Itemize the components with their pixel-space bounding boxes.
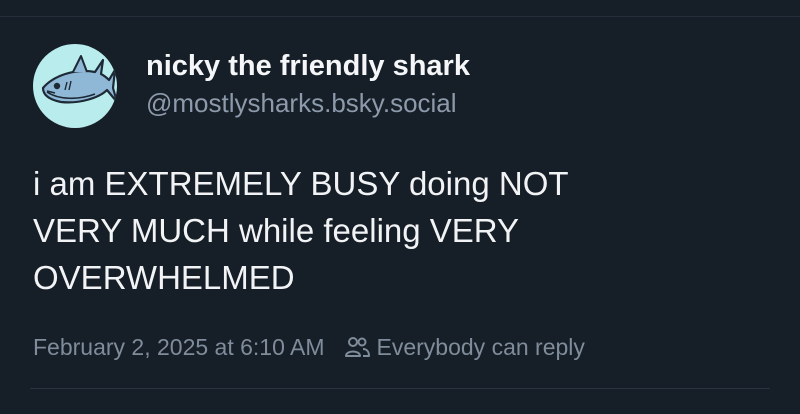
post-text: i am EXTREMELY BUSY doing NOT VERY MUCH …: [33, 160, 753, 301]
top-divider: [0, 16, 800, 17]
user-handle[interactable]: @mostlysharks.bsky.social: [146, 86, 470, 120]
author-info: nicky the friendly shark @mostlysharks.b…: [146, 48, 470, 120]
post-text-line: i am EXTREMELY BUSY doing NOT: [33, 165, 569, 202]
post-text-line: OVERWHELMED: [33, 259, 295, 296]
post-timestamp[interactable]: February 2, 2025 at 6:10 AM: [33, 334, 325, 361]
post-text-line: VERY MUCH while feeling VERY: [33, 212, 520, 249]
avatar[interactable]: [33, 44, 117, 128]
post-meta: February 2, 2025 at 6:10 AM Everybody ca…: [33, 332, 585, 362]
bottom-divider: [30, 388, 770, 389]
display-name[interactable]: nicky the friendly shark: [146, 48, 470, 84]
post-card: nicky the friendly shark @mostlysharks.b…: [0, 0, 800, 414]
reply-setting-label: Everybody can reply: [376, 333, 585, 360]
shark-avatar-icon: [41, 55, 117, 104]
people-icon: [343, 335, 371, 359]
reply-setting-button[interactable]: Everybody can reply: [343, 334, 585, 361]
